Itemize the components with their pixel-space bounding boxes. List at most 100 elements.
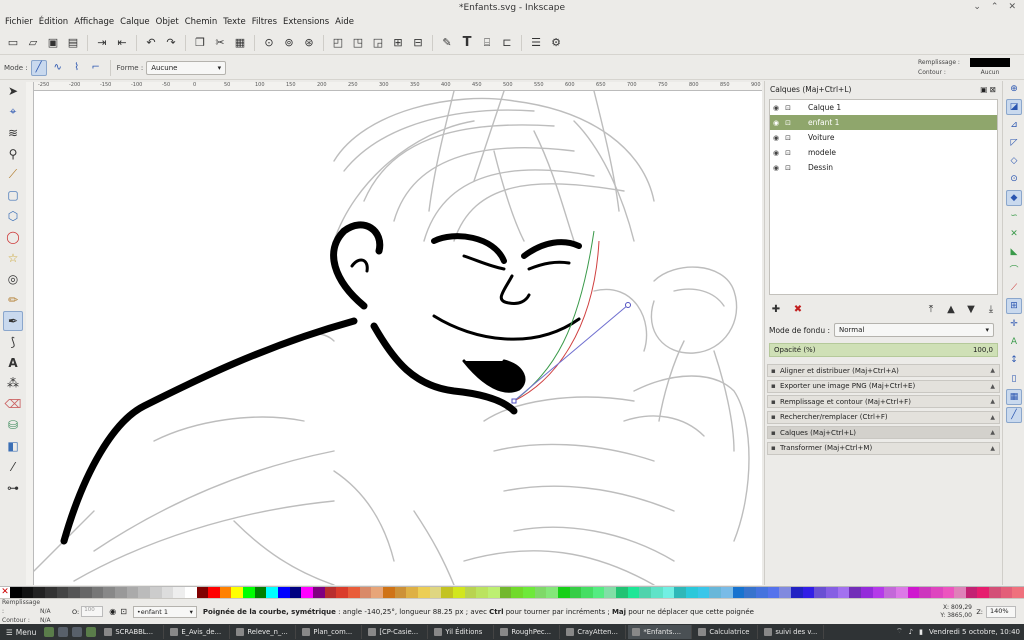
redo-icon[interactable]: ↷: [162, 34, 180, 52]
taskbar-task[interactable]: SCRABBL...: [100, 625, 165, 639]
lock-icon[interactable]: ⊡: [782, 104, 794, 112]
menu-chemin[interactable]: Chemin: [182, 16, 221, 30]
undo-icon[interactable]: ↶: [142, 34, 160, 52]
snap-toggle-icon[interactable]: ⊕: [1006, 81, 1022, 97]
taskbar-task[interactable]: E_Avis_de...: [166, 625, 231, 639]
spiro-mode-icon[interactable]: ∿: [50, 60, 66, 76]
ungroup-icon[interactable]: ⊟: [409, 34, 427, 52]
lock-icon[interactable]: ⊡: [782, 164, 794, 172]
zoom-input[interactable]: 140%: [986, 606, 1016, 618]
fill-stroke-icon[interactable]: ✎: [438, 34, 456, 52]
paste-icon[interactable]: ▦: [231, 34, 249, 52]
align-distribute-icon[interactable]: ⊏: [498, 34, 516, 52]
snap-bbox-corner-icon[interactable]: ◸: [1006, 135, 1022, 151]
clone-icon[interactable]: ◳: [349, 34, 367, 52]
start-menu-button[interactable]: ☰ Menu: [0, 628, 42, 637]
taskbar-task[interactable]: *Enfants....: [628, 625, 693, 639]
remove-layer-icon[interactable]: ✖: [791, 304, 805, 315]
selector-tool-icon[interactable]: ➤: [3, 81, 23, 101]
fill-swatch[interactable]: [970, 57, 1010, 67]
calligraphy-tool-icon[interactable]: ⟆: [3, 332, 23, 352]
dock-tab[interactable]: ▪ Exporter une image PNG (Maj+Ctrl+E) ▲: [767, 379, 1000, 393]
dock-tab[interactable]: ▪ Calques (Maj+Ctrl+L) ▲: [767, 426, 1000, 439]
launcher-icon[interactable]: [86, 627, 97, 637]
taskbar-task[interactable]: CrayAtten...: [562, 625, 627, 639]
no-paint-swatch[interactable]: ✕: [0, 587, 10, 598]
eye-icon[interactable]: ◉: [770, 164, 782, 172]
duplicate-icon[interactable]: ◰: [329, 34, 347, 52]
opacity-o-input[interactable]: 100: [81, 606, 104, 617]
eye-icon[interactable]: ◉: [770, 104, 782, 112]
eraser-tool-icon[interactable]: ⌫: [3, 394, 23, 414]
new-document-icon[interactable]: ▭: [4, 34, 22, 52]
export-icon[interactable]: ⇤: [113, 34, 131, 52]
eye-icon[interactable]: ◉: [770, 119, 782, 127]
menu-filtres[interactable]: Filtres: [249, 16, 280, 30]
menu-objet[interactable]: Objet: [153, 16, 182, 30]
import-icon[interactable]: ⇥: [93, 34, 111, 52]
snap-bbox-center-icon[interactable]: ⊙: [1006, 171, 1022, 187]
drawing-canvas[interactable]: [34, 91, 762, 585]
xml-editor-icon[interactable]: ⌸: [478, 34, 496, 52]
connector-tool-icon[interactable]: ⊶: [3, 478, 23, 498]
eye-icon[interactable]: ◉: [770, 149, 782, 157]
lock-icon[interactable]: ⊡: [782, 119, 794, 127]
collapse-arrow-icon[interactable]: ▲: [990, 383, 995, 390]
dock-tab[interactable]: ▪ Aligner et distribuer (Maj+Ctrl+A) ▲: [767, 364, 1000, 377]
text-font-icon[interactable]: T: [458, 34, 476, 52]
pen-tool-icon[interactable]: ✒: [3, 310, 23, 331]
status-fill-value[interactable]: N/A: [40, 607, 51, 616]
unlink-clone-icon[interactable]: ◲: [369, 34, 387, 52]
launcher-icon[interactable]: [58, 627, 69, 637]
menu-extensions[interactable]: Extensions: [280, 16, 332, 30]
node-tool-icon[interactable]: ⌖: [3, 102, 23, 122]
print-icon[interactable]: ▤: [64, 34, 82, 52]
add-layer-icon[interactable]: ✚: [769, 304, 783, 315]
spray-tool-icon[interactable]: ⁂: [3, 373, 23, 393]
layer-lower-icon[interactable]: ▼: [964, 304, 978, 315]
menu-edition[interactable]: Édition: [36, 16, 71, 30]
tweak-tool-icon[interactable]: ≋: [3, 123, 23, 143]
save-document-icon[interactable]: ▣: [44, 34, 62, 52]
menu-fichier[interactable]: Fichier: [2, 16, 36, 30]
clock[interactable]: Vendredi 5 octobre, 10:40: [929, 628, 1020, 636]
snap-bbox-icon[interactable]: ◪: [1006, 99, 1022, 116]
shape-select[interactable]: Aucune ▾: [146, 60, 227, 75]
copy-icon[interactable]: ❐: [191, 34, 209, 52]
group-icon[interactable]: ⊞: [389, 34, 407, 52]
paint-bucket-tool-icon[interactable]: ⛁: [3, 415, 23, 435]
launcher-icon[interactable]: [72, 627, 83, 637]
maximize-button[interactable]: ⌃: [991, 2, 999, 12]
measure-tool-icon[interactable]: ⟋: [3, 165, 23, 185]
layer-row[interactable]: ◉ ⊡ Voiture: [770, 130, 997, 145]
menu-texte[interactable]: Texte: [220, 16, 248, 30]
opacity-value[interactable]: 100,0: [973, 346, 993, 354]
zoom-drawing-icon[interactable]: ⊚: [280, 34, 298, 52]
collapse-arrow-icon[interactable]: ▲: [990, 429, 995, 436]
taskbar-task[interactable]: RoughPec...: [496, 625, 561, 639]
cut-icon[interactable]: ✂: [211, 34, 229, 52]
dropper-tool-icon[interactable]: ⁄: [3, 457, 23, 477]
zoom-tool-icon[interactable]: ⚲: [3, 144, 23, 164]
opacity-slider[interactable]: Opacité (%) 100,0: [769, 343, 998, 357]
snap-text-baseline-icon[interactable]: ↕: [1006, 352, 1022, 368]
snap-rotation-center-icon[interactable]: A: [1006, 334, 1022, 350]
dock-tab[interactable]: ▪ Rechercher/remplacer (Ctrl+F) ▲: [767, 410, 1000, 424]
rectangle-tool-icon[interactable]: ▢: [3, 185, 23, 205]
dock-tab[interactable]: ▪ Transformer (Maj+Ctrl+M) ▲: [767, 441, 1000, 455]
collapse-arrow-icon[interactable]: ▲: [990, 414, 995, 421]
star-tool-icon[interactable]: ☆: [3, 248, 23, 268]
layer-raise-icon[interactable]: ▲: [944, 304, 958, 315]
minimize-button[interactable]: ⌄: [973, 2, 981, 12]
3d-box-tool-icon[interactable]: ⬡: [3, 206, 23, 226]
menu-affichage[interactable]: Affichage: [71, 16, 117, 30]
snap-page-border-icon[interactable]: ▯: [1006, 371, 1022, 387]
layer-to-bottom-icon[interactable]: ⤓: [984, 304, 998, 315]
tray-battery-icon[interactable]: ▮: [919, 628, 923, 636]
launcher-icon[interactable]: [44, 627, 55, 637]
menu-aide[interactable]: Aide: [332, 16, 357, 30]
document-properties-icon[interactable]: ☰: [527, 34, 545, 52]
taskbar-task[interactable]: [CP-Casie...: [364, 625, 429, 639]
regular-bezier-mode-icon[interactable]: ╱: [30, 59, 47, 76]
taskbar-task[interactable]: suivi des v...: [760, 625, 825, 639]
